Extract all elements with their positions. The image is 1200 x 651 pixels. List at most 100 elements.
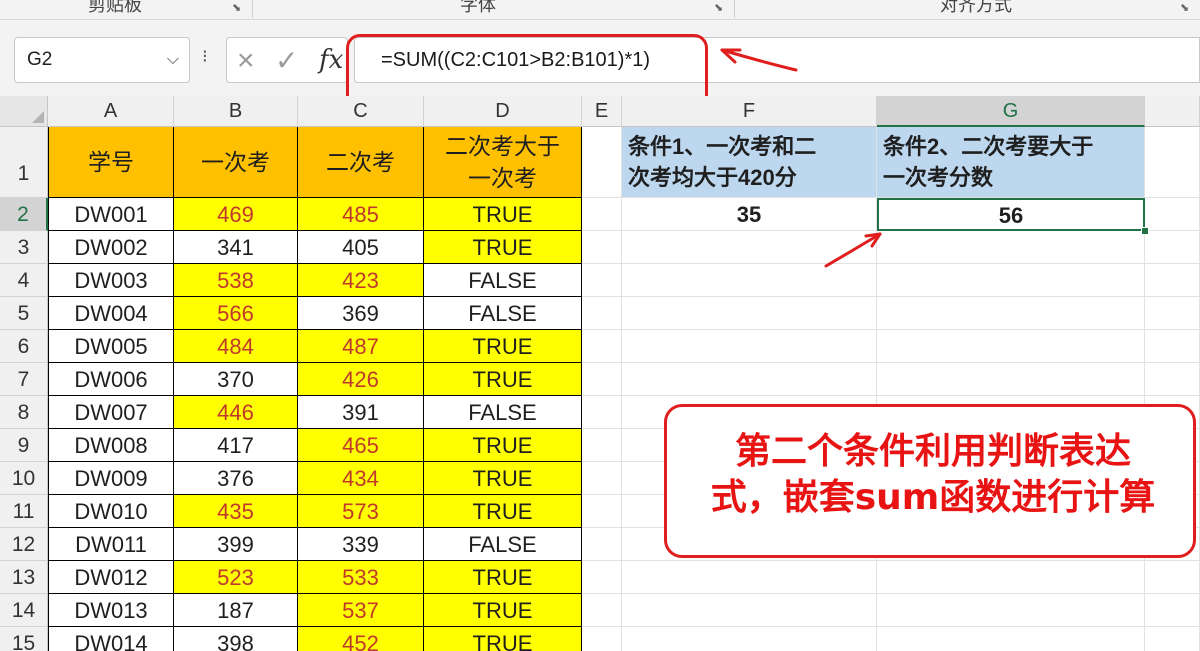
column-header-f[interactable]: F xyxy=(622,96,877,127)
column-header-e[interactable]: E xyxy=(582,96,622,127)
cell-second-exam[interactable]: 391 xyxy=(298,396,424,429)
cell-second-exam[interactable]: 369 xyxy=(298,297,424,330)
cell[interactable] xyxy=(877,594,1145,627)
header-student-id[interactable]: 学号 xyxy=(48,127,174,198)
row-header-12[interactable]: 12 xyxy=(0,528,48,561)
cell-comparison[interactable]: FALSE xyxy=(424,396,582,429)
cell-second-exam[interactable]: 423 xyxy=(298,264,424,297)
cell-student-id[interactable]: DW006 xyxy=(48,363,174,396)
cell-first-exam[interactable]: 538 xyxy=(174,264,298,297)
cell[interactable] xyxy=(877,627,1145,651)
cell[interactable] xyxy=(1145,561,1200,594)
cell-second-exam[interactable]: 573 xyxy=(298,495,424,528)
row-header-5[interactable]: 5 xyxy=(0,297,48,330)
cell-student-id[interactable]: DW003 xyxy=(48,264,174,297)
cell-student-id[interactable]: DW005 xyxy=(48,330,174,363)
confirm-icon[interactable]: ✓ xyxy=(275,44,298,77)
alignment-launcher-icon[interactable]: ⬊ xyxy=(1180,1,1189,14)
cell-student-id[interactable]: DW004 xyxy=(48,297,174,330)
cell-comparison[interactable]: TRUE xyxy=(424,363,582,396)
cell-student-id[interactable]: DW008 xyxy=(48,429,174,462)
cell[interactable] xyxy=(582,297,622,330)
cell-student-id[interactable]: DW011 xyxy=(48,528,174,561)
row-header-4[interactable]: 4 xyxy=(0,264,48,297)
cell-comparison[interactable]: FALSE xyxy=(424,297,582,330)
cell[interactable] xyxy=(877,330,1145,363)
row-header-6[interactable]: 6 xyxy=(0,330,48,363)
row-header-13[interactable]: 13 xyxy=(0,561,48,594)
cell-second-exam[interactable]: 487 xyxy=(298,330,424,363)
cell-student-id[interactable]: DW010 xyxy=(48,495,174,528)
row-header-11[interactable]: 11 xyxy=(0,495,48,528)
cell[interactable] xyxy=(622,594,877,627)
chevron-down-icon[interactable]: ⌵ xyxy=(167,51,179,69)
cell-second-exam[interactable]: 339 xyxy=(298,528,424,561)
cell-comparison[interactable]: TRUE xyxy=(424,462,582,495)
cell[interactable] xyxy=(582,495,622,528)
cell-first-exam[interactable]: 566 xyxy=(174,297,298,330)
cell[interactable] xyxy=(582,198,622,231)
column-header-c[interactable]: C xyxy=(298,96,424,127)
cell[interactable] xyxy=(622,264,877,297)
cell-first-exam[interactable]: 484 xyxy=(174,330,298,363)
cell[interactable] xyxy=(582,330,622,363)
cell-first-exam[interactable]: 341 xyxy=(174,231,298,264)
cell-second-exam[interactable]: 465 xyxy=(298,429,424,462)
cell[interactable] xyxy=(622,561,877,594)
cell[interactable] xyxy=(582,528,622,561)
row-header-7[interactable]: 7 xyxy=(0,363,48,396)
cell-second-exam[interactable]: 485 xyxy=(298,198,424,231)
cell-student-id[interactable]: DW001 xyxy=(48,198,174,231)
row-header-2[interactable]: 2 xyxy=(0,198,48,231)
name-box[interactable]: G2 ⌵ xyxy=(14,37,190,83)
cell-second-exam[interactable]: 537 xyxy=(298,594,424,627)
cell-comparison[interactable]: FALSE xyxy=(424,264,582,297)
cell-second-exam[interactable]: 452 xyxy=(298,627,424,651)
cell-student-id[interactable]: DW012 xyxy=(48,561,174,594)
summary-header-g[interactable]: 条件2、二次考要大于 一次考分数 xyxy=(877,127,1145,198)
cell[interactable] xyxy=(582,231,622,264)
cell-second-exam[interactable]: 434 xyxy=(298,462,424,495)
cell-student-id[interactable]: DW014 xyxy=(48,627,174,651)
cell-comparison[interactable]: TRUE xyxy=(424,330,582,363)
header-comparison[interactable]: 二次考大于 一次考 xyxy=(424,127,582,198)
cell[interactable] xyxy=(1145,594,1200,627)
cell[interactable] xyxy=(582,363,622,396)
font-launcher-icon[interactable]: ⬊ xyxy=(714,1,723,14)
cell[interactable] xyxy=(582,561,622,594)
cell-comparison[interactable]: TRUE xyxy=(424,198,582,231)
cell-comparison[interactable]: TRUE xyxy=(424,231,582,264)
clipboard-launcher-icon[interactable]: ⬊ xyxy=(232,1,241,14)
cell-first-exam[interactable]: 523 xyxy=(174,561,298,594)
cell-first-exam[interactable]: 370 xyxy=(174,363,298,396)
cell[interactable] xyxy=(582,594,622,627)
cell-comparison[interactable]: TRUE xyxy=(424,561,582,594)
cell[interactable] xyxy=(622,363,877,396)
row-header-15[interactable]: 15 xyxy=(0,627,48,651)
cell-student-id[interactable]: DW007 xyxy=(48,396,174,429)
summary-header-f[interactable]: 条件1、一次考和二 次考均大于420分 xyxy=(622,127,877,198)
cell[interactable] xyxy=(1145,231,1200,264)
summary-value-f[interactable]: 35 xyxy=(622,198,877,231)
column-header-a[interactable]: A xyxy=(48,96,174,127)
cell-first-exam[interactable]: 187 xyxy=(174,594,298,627)
cell-first-exam[interactable]: 435 xyxy=(174,495,298,528)
cell-student-id[interactable]: DW009 xyxy=(48,462,174,495)
cell[interactable] xyxy=(877,363,1145,396)
cell[interactable] xyxy=(622,231,877,264)
cell[interactable] xyxy=(582,627,622,651)
row-header-10[interactable]: 10 xyxy=(0,462,48,495)
column-header-g[interactable]: G xyxy=(877,96,1145,127)
cell[interactable] xyxy=(877,561,1145,594)
cell-comparison[interactable]: TRUE xyxy=(424,495,582,528)
row-header-1[interactable]: 1 xyxy=(0,127,48,198)
row-header-8[interactable]: 8 xyxy=(0,396,48,429)
cell[interactable] xyxy=(877,297,1145,330)
cell[interactable] xyxy=(1145,363,1200,396)
cell-comparison[interactable]: TRUE xyxy=(424,429,582,462)
cell[interactable] xyxy=(582,462,622,495)
cell[interactable] xyxy=(582,127,622,198)
summary-value-g[interactable]: 56 xyxy=(877,198,1145,231)
cell-comparison[interactable]: FALSE xyxy=(424,528,582,561)
select-all-corner[interactable] xyxy=(0,96,48,127)
